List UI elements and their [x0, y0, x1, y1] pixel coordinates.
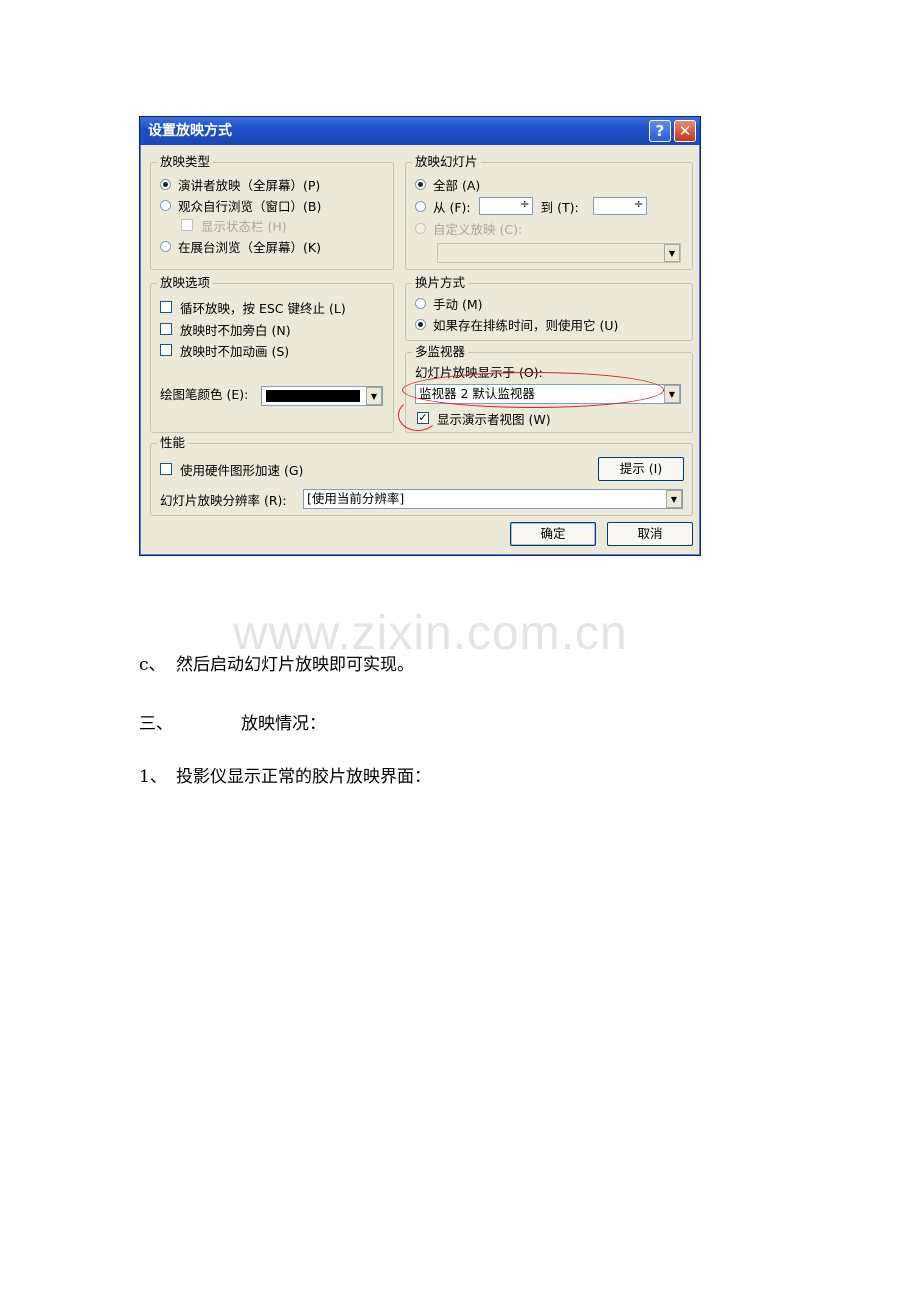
para-c-text: 然后启动幻灯片放映即可实现。	[176, 655, 414, 675]
radio-presenter-label: 演讲者放映（全屏幕）(P)	[178, 177, 321, 193]
checkbox-loop-box[interactable]	[160, 301, 172, 313]
checkbox-no-narration-label: 放映时不加旁白 (N)	[180, 322, 291, 338]
resolution-label-row: 幻灯片放映分辨率 (R):	[160, 490, 287, 508]
checkbox-hw-accel-label: 使用硬件图形加速 (G)	[180, 462, 304, 478]
dialog-title: 设置放映方式	[148, 123, 232, 139]
radio-presenter[interactable]: 演讲者放映（全屏幕）(P)	[160, 175, 320, 193]
custom-show-dropdown-icon: ▼	[664, 244, 680, 262]
checkbox-presenter-view-label: 显示演示者视图 (W)	[437, 411, 551, 427]
help-icon[interactable]: ?	[649, 120, 671, 142]
radio-use-timings[interactable]: 如果存在排练时间，则使用它 (U)	[415, 315, 618, 333]
ok-button[interactable]: 确定	[510, 522, 596, 546]
checkbox-loop-label: 循环放映，按 ESC 键终止 (L)	[180, 300, 346, 316]
radio-browsed[interactable]: 观众自行浏览（窗口）(B)	[160, 196, 321, 214]
custom-show-select: ▼	[437, 243, 681, 263]
checkbox-status-bar-label: 显示状态栏 (H)	[201, 218, 287, 234]
radio-presenter-circle[interactable]	[160, 178, 171, 190]
radio-browsed-circle[interactable]	[160, 199, 171, 211]
radio-manual[interactable]: 手动 (M)	[415, 294, 483, 312]
checkbox-no-animation-label: 放映时不加动画 (S)	[180, 343, 290, 359]
checkbox-no-narration-box[interactable]	[160, 323, 172, 335]
to-label: 到 (T):	[540, 199, 579, 215]
radio-all-slides-circle[interactable]	[415, 178, 426, 190]
resolution-value: [使用当前分辨率]	[307, 491, 405, 506]
radio-kiosk[interactable]: 在展台浏览（全屏幕）(K)	[160, 237, 321, 255]
radio-custom-show: 自定义放映 (C):	[415, 219, 522, 237]
performance-group: 性能 使用硬件图形加速 (G) 提示 (I) 幻灯片放映分辨率 (R): [使用…	[150, 435, 693, 516]
annotation-oval	[402, 372, 664, 408]
dialog-titlebar: 设置放映方式 ? ✕	[140, 117, 700, 145]
radio-custom-circle	[415, 222, 426, 234]
tips-button[interactable]: 提示 (I)	[598, 457, 684, 481]
checkbox-no-animation-box[interactable]	[160, 344, 172, 356]
show-type-legend: 放映类型	[157, 154, 214, 170]
para-one-marker: 1、	[139, 767, 167, 787]
checkbox-hw-accel-box[interactable]	[160, 463, 172, 475]
checkbox-no-narration[interactable]: 放映时不加旁白 (N)	[160, 320, 291, 338]
radio-kiosk-label: 在展台浏览（全屏幕）(K)	[178, 239, 321, 255]
advance-slides-group: 换片方式 手动 (M) 如果存在排练时间，则使用它 (U)	[405, 275, 693, 341]
advance-legend: 换片方式	[412, 275, 469, 291]
close-icon[interactable]: ✕	[674, 120, 696, 142]
radio-kiosk-circle[interactable]	[160, 240, 171, 252]
checkbox-loop[interactable]: 循环放映，按 ESC 键终止 (L)	[160, 298, 346, 316]
resolution-label: 幻灯片放映分辨率 (R):	[160, 492, 287, 508]
from-label: 从 (F):	[433, 199, 471, 215]
pen-color-label: 绘图笔颜色 (E):	[160, 386, 249, 402]
radio-browsed-label: 观众自行浏览（窗口）(B)	[178, 198, 322, 214]
radio-manual-circle[interactable]	[415, 297, 426, 309]
from-spinner[interactable]	[478, 197, 533, 215]
cancel-button[interactable]: 取消	[607, 522, 693, 546]
show-slides-legend: 放映幻灯片	[412, 154, 481, 170]
para-c-marker: c、	[139, 655, 166, 675]
radio-from-to[interactable]: 从 (F): 到 (T):	[415, 197, 655, 215]
custom-show-label: 自定义放映 (C):	[433, 221, 523, 237]
radio-all-slides[interactable]: 全部 (A)	[415, 175, 480, 193]
radio-manual-label: 手动 (M)	[433, 296, 483, 312]
para-three-marker: 三、	[139, 714, 173, 734]
radio-all-slides-label: 全部 (A)	[433, 177, 481, 193]
para-one-text: 投影仪显示正常的胶片放映界面：	[176, 767, 431, 787]
radio-from-circle[interactable]	[415, 200, 426, 212]
show-slides-group: 放映幻灯片 全部 (A) 从 (F): 到 (T): 自定义放映 (C): ▼	[405, 154, 693, 270]
resolution-select[interactable]: [使用当前分辨率] ▼	[303, 489, 683, 509]
pen-color-swatch	[266, 390, 360, 402]
checkbox-status-bar: 显示状态栏 (H)	[181, 216, 287, 234]
checkbox-hw-accel[interactable]: 使用硬件图形加速 (G)	[160, 460, 303, 478]
radio-use-timings-label: 如果存在排练时间，则使用它 (U)	[433, 317, 619, 333]
annotation-arc	[398, 399, 438, 431]
radio-use-timings-circle[interactable]	[415, 318, 426, 330]
performance-legend: 性能	[157, 435, 189, 451]
pen-color-dropdown-icon[interactable]: ▼	[366, 387, 382, 405]
para-three-text: 放映情况：	[241, 714, 326, 734]
to-spinner[interactable]	[592, 197, 647, 215]
resolution-dropdown-icon[interactable]: ▼	[666, 490, 682, 508]
set-up-show-dialog: 设置放映方式 ? ✕ 放映类型 演讲者放映（全屏幕）(P) 观众自行浏览（窗口）…	[139, 116, 701, 556]
pen-color-row: 绘图笔颜色 (E):	[160, 384, 248, 402]
multi-monitor-legend: 多监视器	[412, 344, 469, 360]
show-type-group: 放映类型 演讲者放映（全屏幕）(P) 观众自行浏览（窗口）(B) 显示状态栏 (…	[150, 154, 394, 270]
show-options-group: 放映选项 循环放映，按 ESC 键终止 (L) 放映时不加旁白 (N) 放映时不…	[150, 275, 394, 433]
display-on-dropdown-icon[interactable]: ▼	[664, 385, 680, 403]
pen-color-picker[interactable]: ▼	[261, 386, 383, 406]
checkbox-no-animation[interactable]: 放映时不加动画 (S)	[160, 341, 289, 359]
checkbox-status-bar-box	[181, 219, 193, 231]
show-options-legend: 放映选项	[157, 275, 214, 291]
